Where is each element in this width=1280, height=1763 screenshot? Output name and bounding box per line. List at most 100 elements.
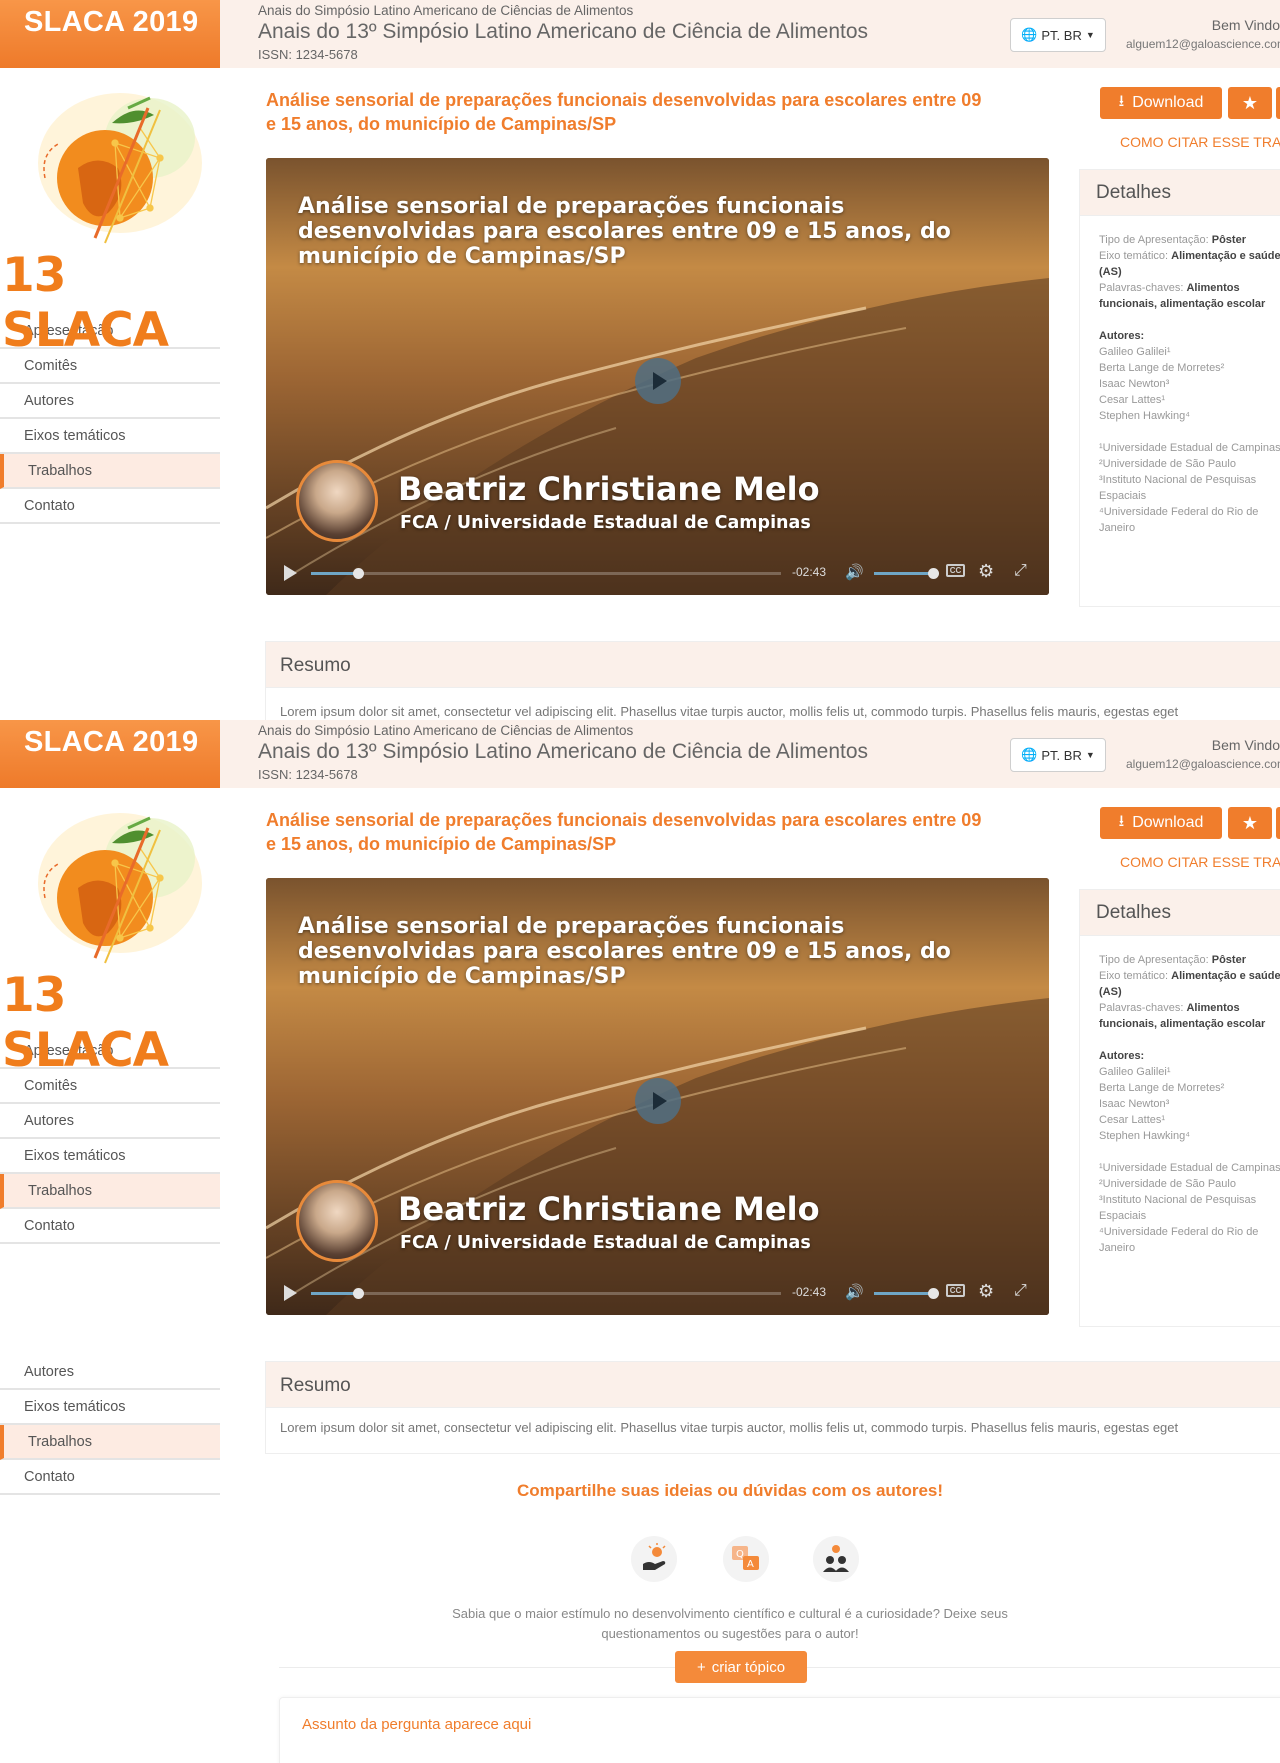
header-title[interactable]: Anais do 13º Simpósio Latino Americano d… (258, 740, 868, 764)
sidebar-item-eixos[interactable]: Eixos temáticos (0, 1139, 220, 1174)
create-topic-button[interactable]: + criar tópico (675, 1651, 807, 1683)
progress-knob[interactable] (353, 1288, 364, 1299)
idea-hand-icon (631, 1536, 677, 1582)
institution-item: Janeiro (1099, 522, 1136, 534)
question-subject[interactable]: Assunto da pergunta aparece aqui (302, 1716, 531, 1733)
video-player[interactable]: Análise sensorial de preparações funcion… (266, 878, 1049, 1315)
author-item[interactable]: Stephen Hawking⁴ (1099, 408, 1280, 424)
sidebar-item-contato[interactable]: Contato (0, 1460, 220, 1495)
sidebar-item-trabalhos[interactable]: Trabalhos (0, 1425, 220, 1460)
author-item[interactable]: Cesar Lattes¹ (1099, 1112, 1280, 1128)
gear-icon[interactable]: ⚙ (978, 1281, 994, 1302)
gear-icon[interactable]: ⚙ (978, 561, 994, 582)
sidebar-item-trabalhos[interactable]: Trabalhos (0, 454, 220, 489)
eixo-value: Alimentação e saúde (1171, 970, 1280, 982)
progress-fill (311, 572, 358, 575)
author-item[interactable]: Berta Lange de Morretes² (1099, 1080, 1280, 1096)
sidebar-item-trabalhos[interactable]: Trabalhos (0, 1174, 220, 1209)
volume-slider[interactable] (874, 1292, 934, 1295)
brand-title[interactable]: SLACA 2019 (0, 720, 220, 788)
captions-icon[interactable]: CC (946, 1284, 965, 1297)
favorite-button[interactable]: ★ (1228, 87, 1272, 119)
download-button[interactable]: ⭳ Download (1100, 807, 1222, 839)
top-header: Anais do Simpósio Latino Americano de Ci… (220, 720, 1280, 788)
more-button[interactable] (1276, 807, 1280, 839)
create-topic-label: criar tópico (711, 1658, 786, 1676)
top-header: Anais do Simpósio Latino Americano de Ci… (220, 0, 1280, 68)
volume-knob[interactable] (928, 1288, 939, 1299)
language-label: PT. BR (1041, 747, 1082, 763)
play-button-small[interactable] (284, 565, 297, 581)
abstract-heading: Resumo (266, 1362, 1280, 1408)
eixo-value-2: (AS) (1099, 986, 1122, 998)
volume-icon[interactable]: 🔊 (845, 563, 864, 581)
institution-item: ⁴Universidade Federal do Rio de (1099, 1226, 1259, 1238)
fullscreen-icon[interactable]: ⤢ (1014, 1282, 1027, 1300)
author-item[interactable]: Isaac Newton³ (1099, 1096, 1280, 1112)
author-item[interactable]: Stephen Hawking⁴ (1099, 1128, 1280, 1144)
play-icon[interactable] (635, 358, 681, 404)
event-logo[interactable]: 13 SLACA (0, 68, 220, 358)
tipo-label: Tipo de Apresentação: (1099, 954, 1209, 966)
question-card[interactable]: Assunto da pergunta aparece aqui (279, 1697, 1280, 1763)
autores-label: Autores: (1099, 330, 1145, 342)
language-selector[interactable]: 🌐 PT. BR ▼ (1010, 18, 1106, 52)
download-label: Download (1132, 94, 1204, 111)
presenter-avatar (296, 460, 378, 542)
globe-icon: 🌐 (1021, 747, 1038, 762)
sidebar-item-autores[interactable]: Autores (0, 384, 220, 419)
author-item[interactable]: Galileo Galilei¹ (1099, 344, 1280, 360)
author-item[interactable]: Cesar Lattes¹ (1099, 392, 1280, 408)
header-title[interactable]: Anais do 13º Simpósio Latino Americano d… (258, 20, 868, 44)
svg-text:A: A (747, 1559, 754, 1570)
brand-title[interactable]: SLACA 2019 (0, 0, 220, 68)
play-icon[interactable] (635, 1078, 681, 1124)
volume-knob[interactable] (928, 568, 939, 579)
favorite-button[interactable]: ★ (1228, 807, 1272, 839)
progress-knob[interactable] (353, 568, 364, 579)
sidebar-item-autores[interactable]: Autores (0, 1104, 220, 1139)
chevron-down-icon: ▼ (1085, 750, 1095, 760)
presenter-avatar (296, 1180, 378, 1262)
cite-link[interactable]: COMO CITAR ESSE TRABALHO (1120, 134, 1280, 150)
sidebar-nav-repeat: Autores Eixos temáticos Trabalhos Contat… (0, 1355, 220, 1495)
institution-item: Espaciais (1099, 1210, 1147, 1222)
user-email[interactable]: alguem12@galoascience.com (1126, 37, 1280, 51)
globe-icon: 🌐 (1021, 27, 1038, 42)
svg-text:Q: Q (736, 1549, 744, 1560)
institution-item: ²Universidade de São Paulo (1099, 1178, 1236, 1190)
header-issn: ISSN: 1234-5678 (258, 47, 358, 62)
cite-link[interactable]: COMO CITAR ESSE TRABALHO (1120, 854, 1280, 870)
sidebar-item-contato[interactable]: Contato (0, 489, 220, 524)
progress-bar[interactable] (311, 568, 781, 579)
more-button[interactable] (1276, 87, 1280, 119)
welcome-text: Bem Vindo (1211, 17, 1280, 33)
fullscreen-icon[interactable]: ⤢ (1014, 562, 1027, 580)
sidebar-item-contato[interactable]: Contato (0, 1209, 220, 1244)
palavras-label: Palavras-chaves: (1099, 1002, 1184, 1014)
sidebar-item-eixos[interactable]: Eixos temáticos (0, 419, 220, 454)
institution-item: ⁴Universidade Federal do Rio de (1099, 506, 1259, 518)
palavras-value: Alimentos (1186, 1002, 1240, 1014)
header-subtitle: Anais do Simpósio Latino Americano de Ci… (258, 723, 634, 738)
author-item[interactable]: Berta Lange de Morretes² (1099, 360, 1280, 376)
video-player[interactable]: Análise sensorial de preparações funcion… (266, 158, 1049, 595)
user-email[interactable]: alguem12@galoascience.com (1126, 757, 1280, 771)
captions-icon[interactable]: CC (946, 564, 965, 577)
chevron-down-icon: ▼ (1085, 30, 1095, 40)
volume-slider[interactable] (874, 572, 934, 575)
event-logo[interactable]: 13 SLACA (0, 788, 220, 1078)
institution-item: ³Instituto Nacional de Pesquisas (1099, 474, 1257, 486)
volume-icon[interactable]: 🔊 (845, 1283, 864, 1301)
language-selector[interactable]: 🌐 PT. BR ▼ (1010, 738, 1106, 772)
author-item[interactable]: Galileo Galilei¹ (1099, 1064, 1280, 1080)
download-button[interactable]: ⭳ Download (1100, 87, 1222, 119)
video-controls: -02:43 🔊 CC ⚙ ⤢ (266, 551, 1049, 595)
discussion-text: Sabia que o maior estímulo no desenvolvi… (452, 1606, 1008, 1641)
author-item[interactable]: Isaac Newton³ (1099, 376, 1280, 392)
play-button-small[interactable] (284, 1285, 297, 1301)
institution-item: Espaciais (1099, 490, 1147, 502)
sidebar-item-autores[interactable]: Autores (0, 1355, 220, 1390)
sidebar-item-eixos[interactable]: Eixos temáticos (0, 1390, 220, 1425)
progress-bar[interactable] (311, 1288, 781, 1299)
